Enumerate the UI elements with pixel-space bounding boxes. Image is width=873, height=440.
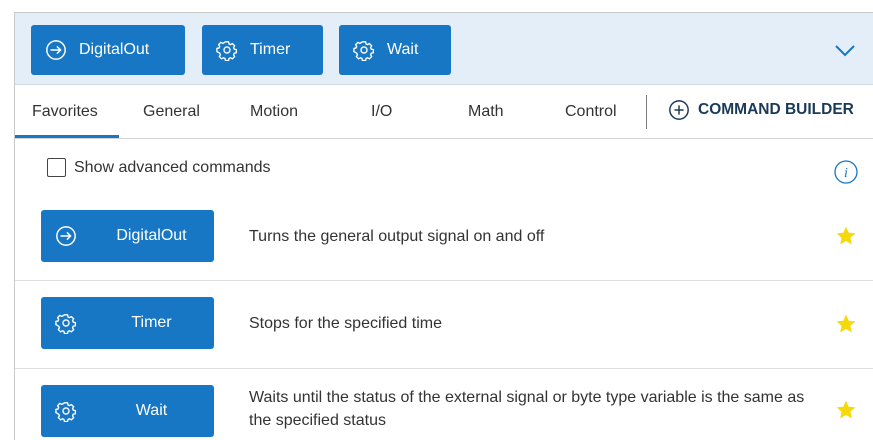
- command-description: Stops for the specified time: [249, 315, 442, 332]
- gear-icon: [55, 400, 77, 423]
- wait-command-button[interactable]: Wait: [41, 385, 214, 437]
- command-panel: DigitalOut Timer Wait Favorites General …: [14, 12, 873, 440]
- command-button-label: Timer: [131, 314, 172, 331]
- tab-motion[interactable]: Motion: [250, 103, 298, 121]
- timer-command-button[interactable]: Timer: [41, 297, 214, 349]
- category-tabs: Favorites General Motion I/O Math Contro…: [15, 85, 873, 139]
- favorite-star-icon[interactable]: [835, 313, 857, 335]
- command-row: Wait Waits until the status of the exter…: [15, 369, 873, 440]
- advanced-commands-option: Show advanced commands: [47, 158, 271, 177]
- show-advanced-label: Show advanced commands: [74, 158, 271, 176]
- quick-timer-button[interactable]: Timer: [202, 25, 323, 75]
- favorites-quickbar: DigitalOut Timer Wait: [15, 13, 873, 85]
- quick-wait-button[interactable]: Wait: [339, 25, 451, 75]
- command-button-label: DigitalOut: [116, 227, 187, 244]
- favorite-star-icon[interactable]: [835, 225, 857, 247]
- command-button-label: Wait: [135, 402, 168, 419]
- quick-digitalout-button[interactable]: DigitalOut: [31, 25, 185, 75]
- digitalout-command-button[interactable]: DigitalOut: [41, 210, 214, 262]
- tab-general[interactable]: General: [143, 103, 200, 121]
- command-row: DigitalOut Turns the general output sign…: [15, 195, 873, 281]
- show-advanced-checkbox[interactable]: [47, 158, 66, 177]
- quick-button-label: Timer: [250, 41, 291, 58]
- gear-icon: [55, 312, 77, 335]
- gear-icon: [216, 39, 238, 61]
- gear-icon: [353, 39, 375, 61]
- tab-control[interactable]: Control: [565, 103, 617, 121]
- command-description: Waits until the status of the external s…: [249, 389, 805, 429]
- arrow-circle-right-icon: [45, 39, 67, 61]
- tab-math[interactable]: Math: [468, 103, 504, 121]
- quick-button-label: DigitalOut: [79, 41, 150, 58]
- tab-favorites[interactable]: Favorites: [32, 103, 98, 121]
- quick-button-label: Wait: [387, 41, 419, 58]
- tab-io[interactable]: I/O: [371, 103, 392, 121]
- command-builder-button[interactable]: COMMAND BUILDER: [668, 99, 854, 121]
- chevron-down-icon[interactable]: [834, 41, 856, 59]
- command-row: Timer Stops for the specified time: [15, 281, 873, 369]
- info-icon[interactable]: i: [834, 160, 858, 184]
- plus-circle-icon: [669, 100, 689, 120]
- tab-divider: [646, 95, 647, 129]
- svg-text:i: i: [844, 166, 848, 181]
- command-builder-label: COMMAND BUILDER: [698, 101, 854, 118]
- arrow-circle-right-icon: [55, 225, 77, 247]
- command-description: Turns the general output signal on and o…: [249, 228, 545, 245]
- active-tab-indicator: [15, 135, 119, 138]
- favorite-star-icon[interactable]: [835, 399, 857, 421]
